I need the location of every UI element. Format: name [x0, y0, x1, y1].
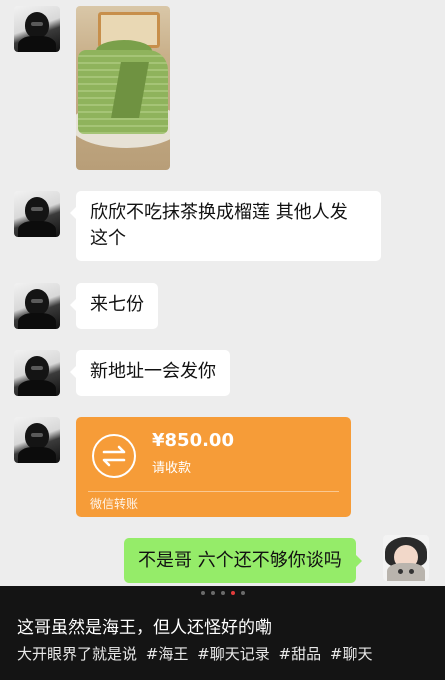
transfer-amount: ¥850.00 — [152, 430, 234, 451]
contact-avatar[interactable] — [14, 350, 60, 396]
transfer-status: 请收款 — [152, 461, 192, 476]
message-bubble[interactable]: 新地址一会发你 — [70, 350, 230, 396]
transfer-arrows-icon — [92, 434, 136, 478]
message-image-matcha-cake[interactable] — [76, 6, 170, 170]
contact-avatar[interactable] — [14, 191, 60, 237]
pager-dot[interactable] — [240, 591, 245, 595]
hashtag[interactable]: #聊天记录 — [197, 645, 270, 663]
chat-area: 欣欣不吃抹茶换成榴莲 其他人发 这个 来七份 新地址一会发你 ¥850.00 请… — [0, 0, 445, 586]
contact-avatar[interactable] — [14, 6, 60, 52]
hashtag[interactable]: #聊天 — [330, 645, 373, 663]
my-message-bubble[interactable]: 不是哥 六个还不够你谈吗 — [124, 538, 362, 583]
pager-dot[interactable] — [220, 591, 225, 595]
message-text-line: 这个 — [90, 228, 126, 249]
transfer-footer: 微信转账 — [90, 497, 139, 511]
caption-panel: 这哥虽然是海王，但人还怪好的嘞 大开眼界了就是说 #海王 #聊天记录 #甜品 #… — [0, 586, 445, 680]
message-text: 来七份 — [90, 294, 144, 315]
contact-avatar[interactable] — [14, 283, 60, 329]
hashtag[interactable]: #甜品 — [279, 645, 322, 663]
message-text-line: 欣欣不吃抹茶换成榴莲 其他人发 — [90, 202, 348, 223]
divider — [88, 491, 339, 492]
my-avatar[interactable] — [383, 535, 429, 581]
image-pager — [0, 591, 445, 595]
pager-dot[interactable] — [200, 591, 205, 595]
post-text: 大开眼界了就是说 — [17, 645, 138, 663]
message-text: 不是哥 六个还不够你谈吗 — [138, 550, 342, 571]
pager-dot-active[interactable] — [230, 591, 235, 595]
transfer-card[interactable]: ¥850.00 请收款 微信转账 — [76, 417, 351, 517]
hashtag[interactable]: #海王 — [146, 645, 189, 663]
message-bubble[interactable]: 欣欣不吃抹茶换成榴莲 其他人发 这个 — [70, 191, 381, 261]
message-bubble[interactable]: 来七份 — [70, 283, 158, 329]
post-description: 大开眼界了就是说 #海王 #聊天记录 #甜品 #聊天 — [17, 643, 376, 664]
message-text: 新地址一会发你 — [90, 361, 216, 382]
post-title: 这哥虽然是海王，但人还怪好的嘞 — [17, 618, 272, 638]
pager-dot[interactable] — [210, 591, 215, 595]
contact-avatar[interactable] — [14, 417, 60, 463]
